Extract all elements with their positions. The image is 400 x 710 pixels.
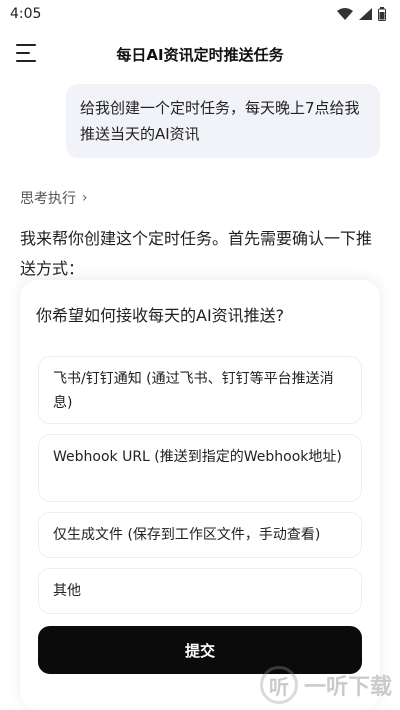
status-time: 4:05 xyxy=(10,6,42,22)
chevron-right-icon: › xyxy=(82,190,88,206)
option-other[interactable]: 其他 xyxy=(38,568,362,614)
status-bar: 4:05 xyxy=(0,0,400,28)
status-icons xyxy=(337,7,386,21)
think-label: 思考执行 xyxy=(20,191,76,207)
option-file-only[interactable]: 仅生成文件 (保存到工作区文件，手动查看) xyxy=(38,512,362,558)
wifi-icon xyxy=(337,8,353,20)
page-title: 每日AI资讯定时推送任务 xyxy=(116,46,284,64)
watermark-text: 一听下载 xyxy=(303,675,392,700)
app-header: 每日AI资讯定时推送任务 xyxy=(0,34,400,74)
assistant-reply: 我来帮你创建这个定时任务。首先需要确认一下推送方式： xyxy=(20,229,373,278)
user-message-bubble: 给我创建一个定时任务，每天晚上7点给我推送当天的AI资讯 xyxy=(66,84,380,158)
think-execute-toggle[interactable]: 思考执行 › xyxy=(20,188,88,208)
watermark: 听 一听下载 xyxy=(259,666,392,704)
battery-icon xyxy=(378,7,386,21)
sheet-question: 你希望如何接收每天的AI资讯推送? xyxy=(36,306,285,325)
watermark-logo-icon: 听 xyxy=(259,666,298,704)
signal-icon xyxy=(359,8,372,20)
question-sheet: 你希望如何接收每天的AI资讯推送? 飞书/钉钉通知 (通过飞书、钉钉等平台推送消… xyxy=(20,280,380,710)
option-webhook[interactable]: Webhook URL (推送到指定的Webhook地址) xyxy=(38,434,362,502)
option-feishu-dingtalk[interactable]: 飞书/钉钉通知 (通过飞书、钉钉等平台推送消息) xyxy=(38,356,362,424)
